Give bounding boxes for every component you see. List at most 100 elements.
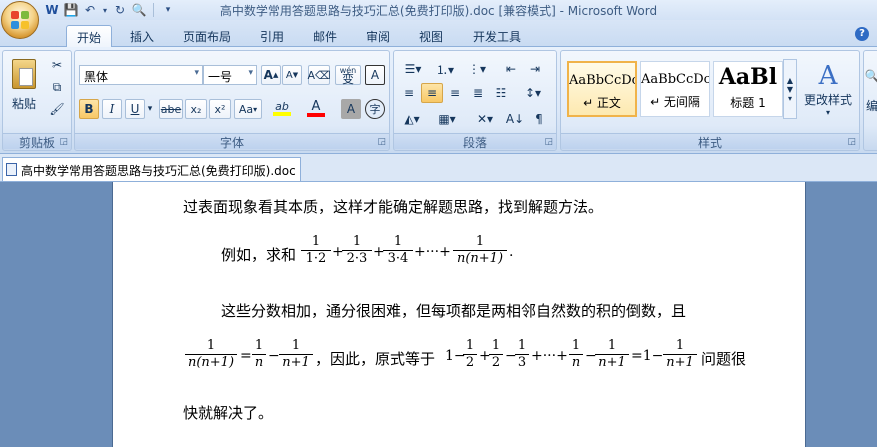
italic-label: I (109, 102, 115, 116)
underline-button[interactable]: U (125, 99, 145, 119)
numerator: 1 (254, 338, 264, 353)
operator: = (240, 348, 252, 364)
strike-label: abe (160, 102, 182, 116)
editing-label[interactable]: 编 (864, 95, 877, 115)
numerator: 1 (206, 338, 216, 353)
style-normal-name: ↵ 正文 (583, 96, 621, 110)
borders-icon[interactable]: ▦▾ (432, 109, 462, 129)
scroll-up-icon[interactable]: ▲ (787, 76, 793, 85)
denominator: 3·4 (387, 251, 409, 266)
copy-icon[interactable]: ⧉ (47, 77, 67, 97)
paste-button[interactable]: 粘贴 (7, 55, 41, 115)
style-heading-1[interactable]: AaBl 标题 1 (713, 61, 783, 117)
find-icon[interactable]: 🔍 (864, 61, 877, 91)
numbering-icon[interactable]: ⒈▾ (430, 59, 460, 79)
paragraph-launcher-icon[interactable]: ◲ (544, 137, 553, 147)
chinese-layout-icon[interactable]: ✕▾ (470, 109, 500, 129)
clear-formatting-icon[interactable]: A⌫ (307, 65, 331, 85)
shrink-font-button[interactable]: A ▼ (282, 65, 302, 85)
sort-icon[interactable]: A↓ (504, 109, 526, 129)
enclose-characters-button[interactable]: 字 (365, 99, 385, 119)
grow-font-button[interactable]: A ▲ (261, 65, 281, 85)
decrease-indent-icon[interactable]: ⇤ (500, 59, 522, 79)
fraction: 1n (252, 338, 266, 371)
font-size-combo[interactable]: 一号 ▾ (203, 65, 257, 85)
cut-icon[interactable]: ✂ (47, 55, 67, 75)
fraction: 12 (463, 338, 477, 371)
multilevel-list-icon[interactable]: ⋮▾ (462, 59, 492, 79)
paragraph-group: ☰▾ ⒈▾ ⋮▾ ⇤ ⇥ ≡ ≡ ≡ ≣ ☷ ↕▾ ◭▾ ▦▾ ✕▾ A↓ ¶ … (393, 50, 557, 151)
subscript-button[interactable]: x₂ (185, 99, 207, 119)
font-launcher-icon[interactable]: ◲ (377, 137, 386, 147)
style-no-spacing[interactable]: AaBbCcDc ↵ 无间隔 (640, 61, 710, 117)
character-shading-button[interactable]: A (341, 99, 361, 119)
style-normal[interactable]: AaBbCcDc ↵ 正文 (567, 61, 637, 117)
highlight-button[interactable]: ab (267, 99, 297, 119)
bold-button[interactable]: B (79, 99, 99, 119)
italic-button[interactable]: I (102, 99, 122, 119)
strikethrough-button[interactable]: abe (159, 99, 183, 119)
fraction: 1 n+1 (279, 338, 313, 371)
clipboard-launcher-icon[interactable]: ◲ (59, 137, 68, 147)
style-no-spacing-name: ↵ 无间隔 (650, 95, 700, 109)
tab-developer[interactable]: 开发工具 (466, 25, 528, 47)
tab-insert[interactable]: 插入 (124, 25, 160, 47)
numerator: 1 (311, 234, 321, 249)
align-left-icon[interactable]: ≡ (398, 83, 420, 103)
numerator: 1 (465, 338, 475, 353)
change-case-button[interactable]: Aa ▾ (234, 99, 262, 119)
tab-review[interactable]: 审阅 (360, 25, 396, 47)
denominator: n (571, 355, 581, 370)
format-painter-icon[interactable]: 🖌 (47, 99, 67, 119)
chevron-down-icon: ▾ (248, 68, 253, 78)
doc-line-4-end: 问题很 (701, 350, 747, 368)
clipboard-icon (12, 58, 36, 89)
align-right-icon[interactable]: ≡ (444, 83, 466, 103)
bullets-icon[interactable]: ☰▾ (398, 59, 428, 79)
help-icon[interactable]: ? (855, 27, 869, 41)
tab-page-layout[interactable]: 页面布局 (176, 25, 238, 47)
line-spacing-icon[interactable]: ↕▾ (518, 83, 548, 103)
denominator: 2 (491, 355, 501, 370)
document-tab[interactable]: 高中数学常用答题思路与技巧汇总(免费打印版).doc (2, 157, 301, 181)
align-center-icon[interactable]: ≡ (421, 83, 443, 103)
scroll-down-icon[interactable]: ▼ (787, 85, 793, 94)
font-name-value: 黑体 (84, 70, 109, 84)
more-styles-icon[interactable]: ▾ (788, 94, 792, 103)
show-formatting-icon[interactable]: ¶ (528, 109, 550, 129)
document-area[interactable]: 过表面现象看其本质，这样才能确定解题思路，找到解题方法。 例如，求和 1 1·2 … (0, 182, 877, 447)
chevron-down-icon: ▾ (194, 68, 199, 78)
grow-font-label: A (263, 68, 273, 82)
phonetic-guide-button[interactable]: wén 变 (335, 65, 361, 85)
clipboard-group: 粘贴 ✂ ⧉ 🖌 剪贴板 ◲ (2, 50, 72, 151)
ribbon-tab-strip: 开始 插入 页面布局 引用 邮件 审阅 视图 开发工具 ? (0, 20, 877, 48)
increase-indent-icon[interactable]: ⇥ (524, 59, 546, 79)
superscript-button[interactable]: x² (209, 99, 231, 119)
styles-launcher-icon[interactable]: ◲ (847, 137, 856, 147)
tab-view[interactable]: 视图 (413, 25, 449, 47)
denominator: n+1 (666, 355, 694, 370)
office-button[interactable] (1, 1, 39, 39)
justify-icon[interactable]: ≣ (467, 83, 489, 103)
shading-icon[interactable]: ◭▾ (398, 109, 426, 129)
change-styles-button[interactable]: A 更改样式 ▾ (799, 57, 857, 121)
tab-references[interactable]: 引用 (254, 25, 290, 47)
office-logo-icon (11, 11, 31, 31)
fraction: 12 (489, 338, 503, 371)
tab-mailings[interactable]: 邮件 (307, 25, 343, 47)
document-page[interactable]: 过表面现象看其本质，这样才能确定解题思路，找到解题方法。 例如，求和 1 1·2 … (112, 182, 806, 447)
enclose-label: 字 (369, 103, 381, 116)
tab-home[interactable]: 开始 (66, 25, 112, 48)
underline-dropdown-icon[interactable]: ▾ (145, 99, 155, 119)
font-group-label: 字体 (75, 133, 389, 150)
styles-scroll[interactable]: ▲ ▼ ▾ (783, 59, 797, 119)
window-title: 高中数学常用答题思路与技巧汇总(免费打印版).doc [兼容模式] - Micr… (219, 4, 658, 18)
character-border-button[interactable]: A (365, 65, 385, 85)
font-name-combo[interactable]: 黑体 ▾ (79, 65, 203, 85)
font-group: 黑体 ▾ 一号 ▾ A ▲ A ▼ A⌫ wén 变 A B I U ▾ abe x… (74, 50, 390, 151)
denominator: 1·2 (305, 251, 327, 266)
denominator: n+1 (598, 355, 626, 370)
distributed-icon[interactable]: ☷ (490, 83, 512, 103)
font-color-button[interactable]: A (301, 99, 331, 119)
styles-group: AaBbCcDc ↵ 正文 AaBbCcDc ↵ 无间隔 AaBl 标题 1 ▲… (560, 50, 860, 151)
